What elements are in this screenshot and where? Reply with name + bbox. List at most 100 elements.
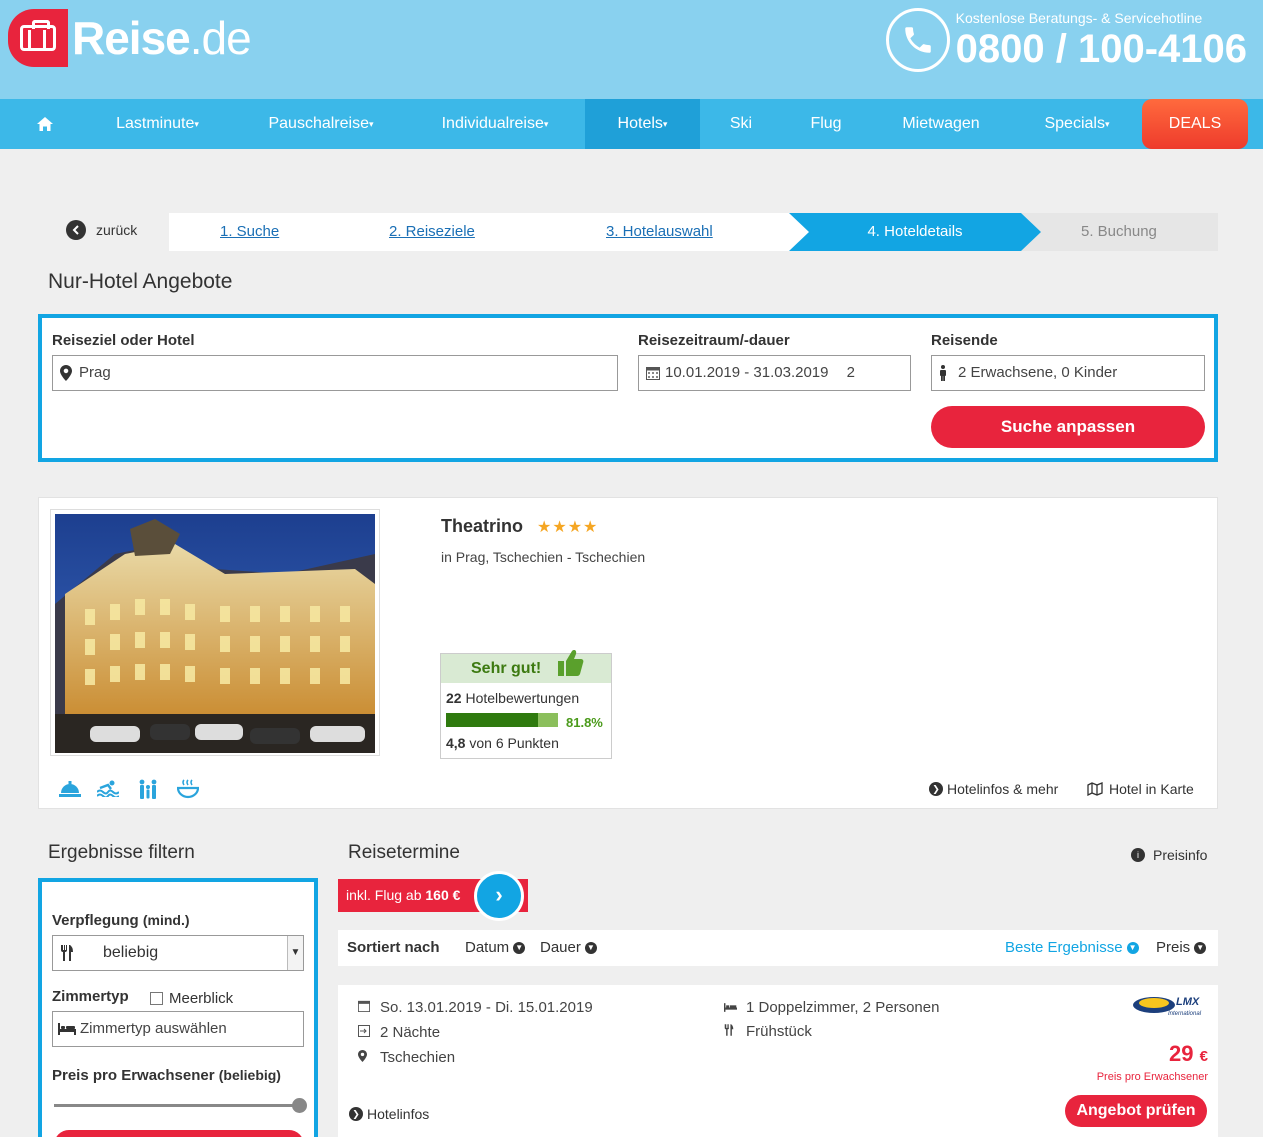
hotel-card: Theatrino ★★★★ in Prag, Tschechien - Tsc… [38, 497, 1218, 809]
chevron-right-button[interactable]: › [474, 871, 524, 921]
step-reiseziele[interactable]: 2. Reiseziele [389, 213, 475, 251]
room-type-input[interactable]: Zimmertyp auswählen [52, 1011, 304, 1047]
map-pin-icon [60, 356, 72, 393]
map-icon [1087, 782, 1103, 796]
filter-title: Ergebnisse filtern [48, 842, 195, 863]
step-hoteldetails: 4. Hoteldetails [789, 213, 1041, 251]
nav-flug[interactable]: Flug [795, 99, 857, 149]
rating-reviews: 22 Hotelbewertungen [446, 690, 580, 706]
hotelinfos-link[interactable]: ❯ Hotelinfos & mehr [929, 781, 1058, 797]
chevron-down-icon[interactable]: ▼ [287, 936, 303, 970]
destination-label: Reiseziel oder Hotel [52, 332, 195, 349]
offer-price-label: Preis pro Erwachsener [1096, 1071, 1208, 1083]
booking-steps: 1. Suche 2. Reiseziele 3. Hotelauswahl 5… [169, 213, 1218, 251]
chevron-left-icon [66, 220, 86, 240]
hotel-name: Theatrino [441, 516, 524, 536]
board-select[interactable]: beliebig ▼ [52, 935, 304, 971]
chevron-down-icon: ▼ [513, 942, 526, 954]
nav-individualreise[interactable]: Individualreise▾ [420, 99, 570, 149]
suitcase-icon [8, 9, 68, 67]
chevron-right-icon: ❯ [349, 1107, 363, 1121]
site-header: Reise.de Kostenlose Beratungs- & Service… [0, 0, 1263, 99]
search-form: Reiseziel oder Hotel Prag Reisezeitraum/… [38, 314, 1218, 462]
hotel-stars: ★★★★ [537, 519, 599, 536]
offer-country: Tschechien [358, 1049, 455, 1066]
period-label: Reisezeitraum/-dauer [638, 332, 790, 349]
step-buchung-bg: 5. Buchung [1021, 213, 1218, 251]
nav-lastminute[interactable]: Lastminute▾ [95, 99, 220, 149]
operator-logo: LMX International [1132, 994, 1208, 1021]
sort-label: Sortiert nach [347, 939, 440, 956]
chevron-down-icon: ▼ [584, 942, 597, 954]
back-link[interactable]: zurück [66, 220, 137, 240]
sort-datum[interactable]: Datum ▼ [465, 930, 526, 966]
nav-mietwagen[interactable]: Mietwagen [886, 99, 996, 149]
chevron-right-icon: ❯ [929, 782, 943, 796]
nav-ski[interactable]: Ski [711, 99, 771, 149]
bed-icon [724, 1000, 740, 1015]
sort-dauer[interactable]: Dauer ▼ [540, 930, 597, 966]
step-hotelauswahl[interactable]: 3. Hotelauswahl [606, 213, 713, 251]
hotel-map-link[interactable]: Hotel in Karte [1087, 781, 1194, 797]
spa-icon [176, 779, 200, 804]
step-buchung: 5. Buchung [1081, 223, 1157, 240]
travellers-input[interactable]: 2 Erwachsene, 0 Kinder [931, 355, 1205, 391]
logo-text: Reise.de [72, 12, 252, 64]
hotline-number[interactable]: 0800 / 100-4106 [956, 29, 1247, 69]
offer-price: 29 € [1169, 1041, 1208, 1066]
hotel-photo[interactable] [50, 509, 380, 756]
chevron-down-icon: ▼ [1126, 942, 1139, 954]
map-pin-icon [358, 1050, 374, 1065]
price-slider[interactable] [54, 1104, 299, 1107]
nav-hotels[interactable]: Hotels▾ [585, 99, 700, 149]
step-suche[interactable]: 1. Suche [220, 213, 279, 251]
offer-room: 1 Doppelzimmer, 2 Personen [724, 999, 939, 1016]
search-submit-button[interactable]: Suche anpassen [931, 406, 1205, 448]
period-input[interactable]: 10.01.2019 - 31.03.2019 2 [638, 355, 911, 391]
price-label: Preis pro Erwachsener (beliebig) [52, 1067, 281, 1084]
sort-bar: Sortiert nach Datum ▼ Dauer ▼ Beste Ergebn… [338, 930, 1218, 966]
rating-verdict: Sehr gut! [441, 650, 611, 683]
logo[interactable]: Reise.de [8, 9, 252, 67]
seaview-checkbox[interactable]: Meerblick [150, 990, 233, 1007]
nav-specials[interactable]: Specials▾ [1027, 99, 1127, 149]
nav-pauschalreise[interactable]: Pauschalreise▾ [246, 99, 396, 149]
rating-bar-fill [446, 713, 538, 727]
nav-deals[interactable]: DEALS [1142, 99, 1248, 149]
price-slider-handle[interactable] [292, 1098, 307, 1113]
room-label: Zimmertyp [52, 988, 129, 1005]
rating-box[interactable]: Sehr gut! 22 Hotelbewertungen 81.8% 4,8 … [440, 650, 612, 759]
swimming-icon [96, 779, 120, 802]
preisinfo-link[interactable]: i Preisinfo [1131, 847, 1207, 863]
offer-hotelinfos-link[interactable]: ❯ Hotelinfos [349, 1106, 429, 1122]
cutlery-icon [60, 936, 74, 974]
duration-value: 2 [846, 364, 855, 381]
rating-percent: 81.8% [566, 715, 603, 730]
hotline-label: Kostenlose Beratungs- & Servicehotline [955, 10, 1203, 26]
travellers-label: Reisende [931, 332, 998, 349]
board-label: Verpflegung (mind.) [52, 912, 190, 929]
arrow-in-icon [358, 1025, 374, 1040]
person-icon [939, 356, 947, 393]
hotel-location: in Prag, Tschechien - Tschechien [441, 549, 646, 565]
calendar-icon [646, 356, 660, 392]
offer-nights: 2 Nächte [358, 1024, 440, 1041]
operator-sub: International [1168, 1011, 1202, 1017]
page-title: Nur-Hotel Angebote [48, 270, 233, 293]
thumbs-up-icon [556, 648, 584, 688]
phone-icon [885, 8, 950, 72]
chevron-down-icon: ▼ [1194, 942, 1207, 954]
destination-input[interactable]: Prag [52, 355, 618, 391]
home-icon[interactable] [20, 99, 70, 149]
sort-preis[interactable]: Preis ▼ [1156, 930, 1207, 966]
info-icon: i [1131, 848, 1145, 862]
offer-item: So. 13.01.2019 - Di. 15.01.2019 2 Nächte… [338, 985, 1218, 1137]
sort-beste[interactable]: Beste Ergebnisse ▼ [1005, 930, 1139, 966]
check-offer-button[interactable]: Angebot prüfen [1065, 1095, 1207, 1127]
calendar-icon [358, 1000, 374, 1015]
checkbox-box[interactable] [150, 992, 163, 1005]
offer-board: Frühstück [724, 1023, 812, 1040]
rating-bar [446, 713, 558, 727]
filter-apply-button[interactable] [54, 1130, 304, 1137]
hotline[interactable]: Kostenlose Beratungs- & Servicehotline 0… [885, 8, 1247, 72]
